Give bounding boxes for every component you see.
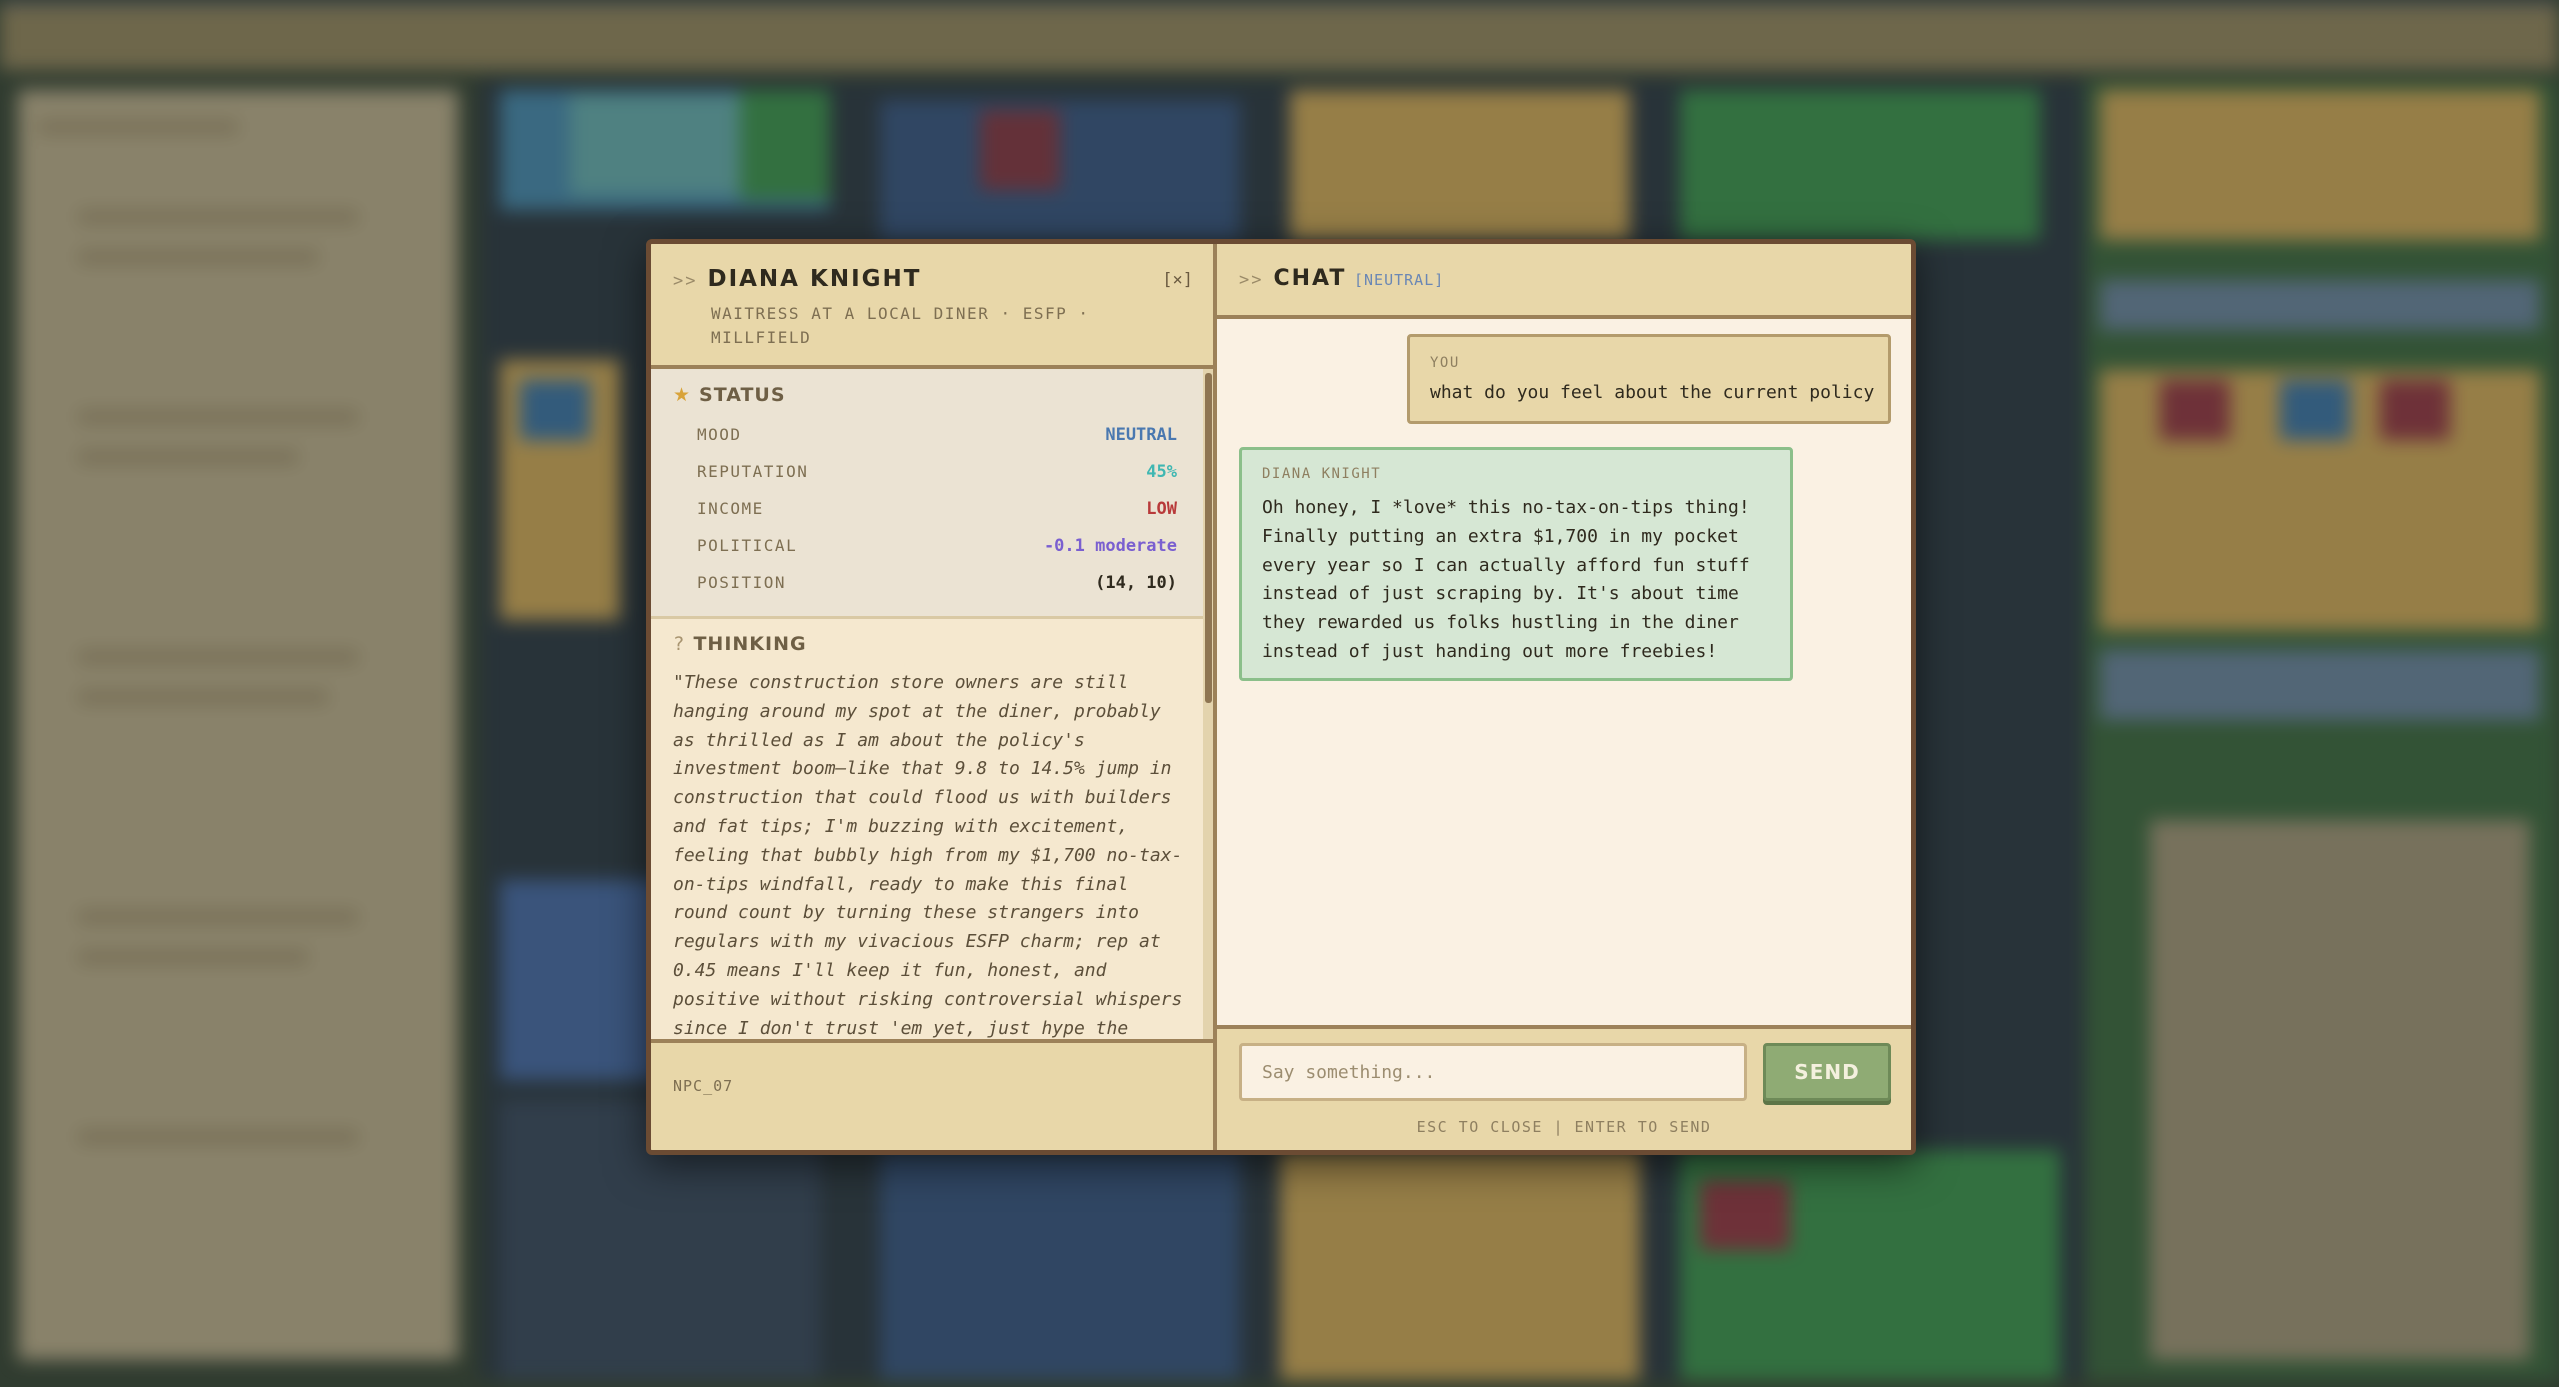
chat-title-text: CHAT	[1273, 266, 1347, 291]
stat-value-position: (14, 10)	[1095, 573, 1177, 593]
npc-details-scroll[interactable]: ★ STATUS MOOD NEUTRAL REPUTATION 45% INCO…	[651, 369, 1213, 1150]
stat-row-income: INCOME LOW	[697, 499, 1177, 529]
stat-row-position: POSITION (14, 10)	[697, 573, 1177, 603]
chat-panel: >> CHAT [NEUTRAL] YOU what do you feel ab…	[1217, 244, 1911, 1150]
chat-input-bar: SEND ESC TO CLOSE | ENTER TO SEND	[1217, 1025, 1911, 1150]
thinking-text: "These construction store owners are sti…	[673, 672, 1183, 1039]
chat-mood-tag: [NEUTRAL]	[1354, 271, 1445, 289]
chat-header: >> CHAT [NEUTRAL]	[1217, 244, 1911, 319]
stat-row-political: POLITICAL -0.1 moderate	[697, 536, 1177, 566]
stat-label: POLITICAL	[697, 536, 798, 555]
npc-id: NPC_07	[673, 1077, 734, 1095]
question-icon: ?	[673, 633, 686, 655]
stat-value-political: -0.1 moderate	[1043, 536, 1177, 556]
message-player: YOU what do you feel about the current p…	[1407, 334, 1891, 424]
thinking-title: ? THINKING	[673, 633, 807, 655]
status-title-text: STATUS	[699, 384, 786, 406]
stat-label: REPUTATION	[697, 462, 809, 481]
status-section: ★ STATUS MOOD NEUTRAL REPUTATION 45% INCO…	[651, 369, 1203, 619]
stat-value-mood: NEUTRAL	[1105, 425, 1177, 445]
thinking-title-text: THINKING	[693, 633, 807, 655]
chat-prefix: >>	[1239, 270, 1264, 290]
message-text: what do you feel about the current polic…	[1430, 382, 1875, 403]
stat-label: INCOME	[697, 499, 764, 518]
chat-title: >> CHAT	[1239, 266, 1346, 291]
stat-label: MOOD	[697, 425, 742, 444]
message-sender: DIANA KNIGHT	[1262, 466, 1382, 482]
npc-footer: NPC_07	[651, 1039, 1213, 1150]
close-button[interactable]: [×]	[1162, 270, 1193, 290]
stat-row-reputation: REPUTATION 45%	[697, 462, 1177, 492]
npc-header: >> DIANA KNIGHT [×] WAITRESS AT A LOCAL D…	[651, 244, 1213, 369]
npc-name: >> DIANA KNIGHT	[673, 266, 921, 292]
npc-profile-panel: >> DIANA KNIGHT [×] WAITRESS AT A LOCAL D…	[651, 244, 1217, 1150]
keyboard-hint: ESC TO CLOSE | ENTER TO SEND	[1416, 1118, 1712, 1136]
message-sender: YOU	[1430, 355, 1460, 371]
thinking-section: ? THINKING "These construction store owne…	[651, 619, 1203, 1039]
star-icon: ★	[673, 384, 692, 406]
chat-messages[interactable]: YOU what do you feel about the current p…	[1217, 319, 1911, 1025]
npc-name-text: DIANA KNIGHT	[707, 266, 922, 292]
npc-subtitle: WAITRESS AT A LOCAL DINER · ESFP · MILLF…	[711, 304, 1090, 347]
status-title: ★ STATUS	[673, 384, 786, 406]
header-prefix: >>	[673, 271, 698, 291]
message-npc: DIANA KNIGHT Oh honey, I *love* this no-…	[1239, 447, 1793, 681]
stat-value-income: LOW	[1146, 499, 1177, 519]
stat-row-mood: MOOD NEUTRAL	[697, 425, 1177, 455]
stat-label: POSITION	[697, 573, 787, 592]
send-button[interactable]: SEND	[1763, 1043, 1891, 1101]
scrollbar-thumb[interactable]	[1205, 373, 1212, 703]
chat-input[interactable]	[1239, 1043, 1747, 1101]
message-text: Oh honey, I *love* this no-tax-on-tips t…	[1262, 497, 1750, 662]
npc-dialog: >> DIANA KNIGHT [×] WAITRESS AT A LOCAL D…	[646, 239, 1916, 1155]
stat-value-reputation: 45%	[1146, 462, 1177, 482]
